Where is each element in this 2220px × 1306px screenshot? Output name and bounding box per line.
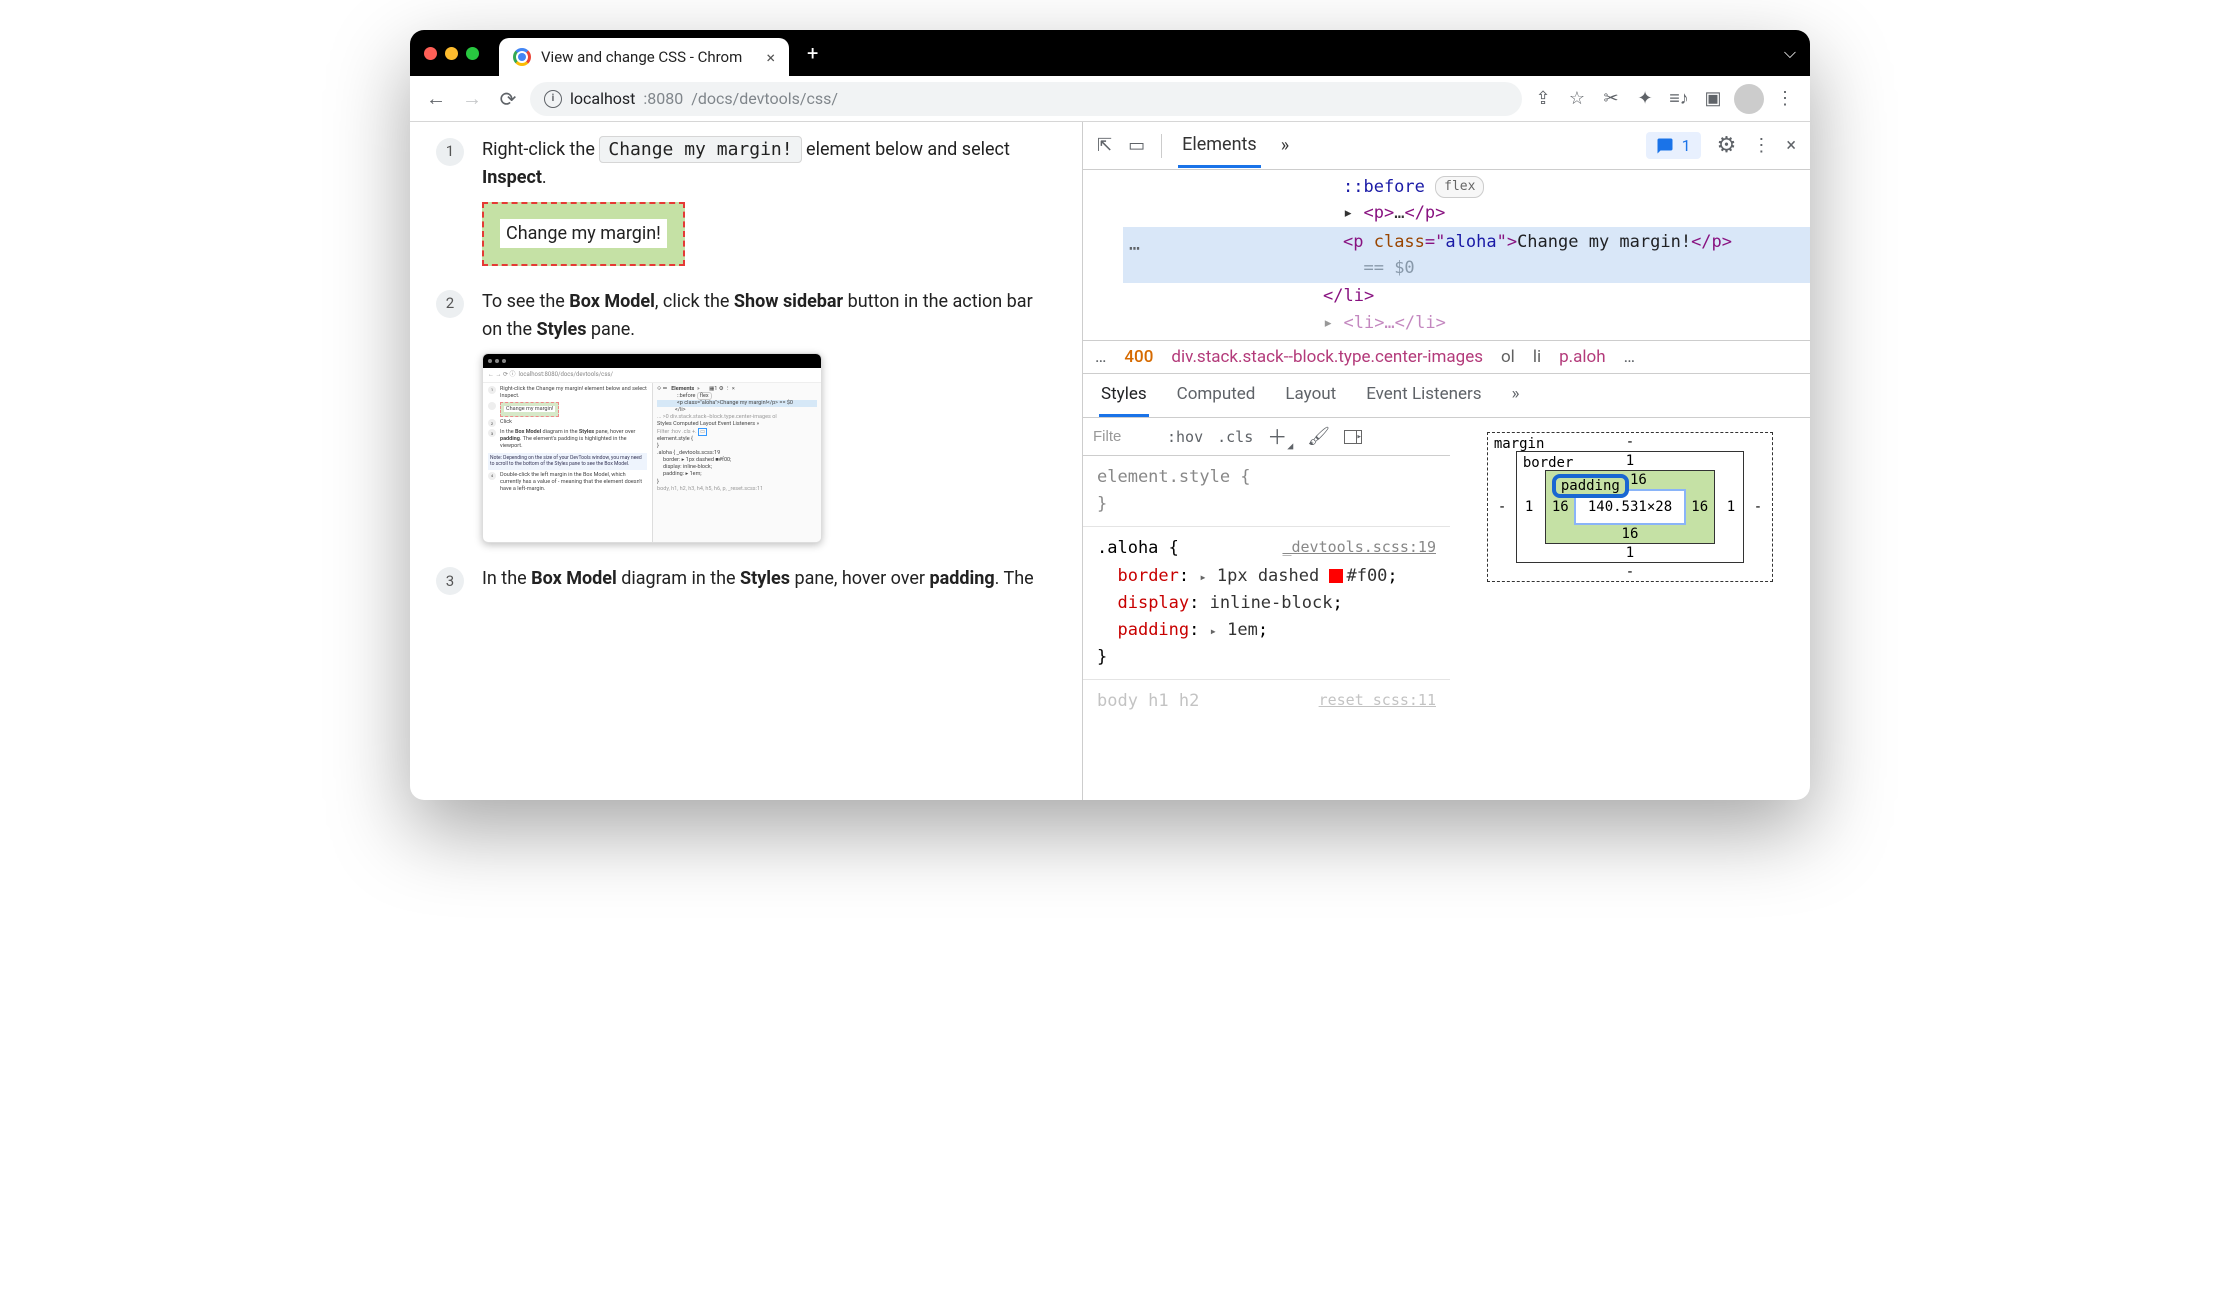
gear-icon[interactable]: ⚙ <box>1717 133 1737 158</box>
selected-dom-node[interactable]: ⋯ <p class="aloha">Change my margin!</p>… <box>1123 227 1810 284</box>
close-tab-icon[interactable]: × <box>766 48 775 67</box>
dom-tree[interactable]: ::before flex ▸ <p>…</p> ⋯ <p class="alo… <box>1083 170 1810 340</box>
expand-icon[interactable]: ⋯ <box>1129 235 1141 263</box>
padding-label: padding <box>1552 474 1629 498</box>
forward-button[interactable]: → <box>458 86 486 111</box>
browser-tab[interactable]: View and change CSS - Chrom × <box>499 38 789 76</box>
devtools-panel: ⇱ ▭ Elements » 1 ⚙ ⋮ × ::before flex ▸ <… <box>1082 122 1810 800</box>
reading-list-icon[interactable]: ≡♪ <box>1666 88 1692 109</box>
body-style-block[interactable]: reset scss:11 body h1 h2 <box>1083 680 1450 723</box>
menu-icon[interactable]: ⋮ <box>1772 88 1798 109</box>
box-model-sidebar: margin - - - - border 1 1 1 1 <box>1450 418 1810 800</box>
sidebar-icon[interactable]: ▸ <box>1344 430 1362 444</box>
step-number: 2 <box>436 290 464 318</box>
tab-elements[interactable]: Elements <box>1178 124 1261 168</box>
cls-toggle[interactable]: .cls <box>1217 428 1253 446</box>
step-3-text: In the Box Model diagram in the Styles p… <box>482 565 1034 593</box>
reload-button[interactable]: ⟳ <box>494 87 522 111</box>
close-devtools-icon[interactable]: × <box>1786 135 1796 156</box>
bookmark-icon[interactable]: ☆ <box>1564 88 1590 109</box>
address-bar: ← → ⟳ i localhost:8080/docs/devtools/css… <box>410 76 1810 122</box>
screenshot-thumbnail: ← → ⟳ ⓘ localhost:8080/docs/devtools/css… <box>482 353 822 543</box>
device-icon[interactable]: ▭ <box>1128 135 1145 156</box>
aloha-style-block[interactable]: _devtools.scss:19 .aloha { border: ▸ 1px… <box>1083 527 1450 680</box>
message-icon <box>1656 137 1674 155</box>
element-style-block[interactable]: element.style {} <box>1083 456 1450 527</box>
site-info-icon[interactable]: i <box>544 90 562 108</box>
step-number: 3 <box>436 567 464 595</box>
kebab-icon[interactable]: ⋮ <box>1752 135 1770 156</box>
paint-icon[interactable]: 🖌 <box>1307 426 1330 447</box>
extensions-icon[interactable]: ✦ <box>1632 88 1658 109</box>
back-button[interactable]: ← <box>422 86 450 111</box>
inspect-icon[interactable]: ⇱ <box>1097 135 1112 156</box>
new-rule-icon[interactable]: ＋◢ <box>1267 421 1293 452</box>
inline-code: Change my margin! <box>599 136 801 163</box>
profile-avatar[interactable] <box>1734 84 1764 114</box>
tab-more-icon[interactable]: » <box>1277 125 1293 166</box>
hov-toggle[interactable]: :hov <box>1167 428 1203 446</box>
subtab-layout[interactable]: Layout <box>1283 374 1338 417</box>
close-window[interactable] <box>424 47 437 60</box>
scissors-icon[interactable]: ✂ <box>1598 88 1624 109</box>
breadcrumb[interactable]: … 400 div.stack.stack--block.type.center… <box>1083 340 1810 374</box>
maximize-window[interactable] <box>466 47 479 60</box>
filter-input[interactable]: Filte <box>1093 428 1153 445</box>
styles-subtabs: Styles Computed Layout Event Listeners » <box>1083 374 1810 418</box>
tabs-menu-icon[interactable]: ⌵ <box>1784 43 1796 63</box>
subtab-more-icon[interactable]: » <box>1510 374 1522 417</box>
box-model-diagram[interactable]: margin - - - - border 1 1 1 1 <box>1487 432 1773 582</box>
sidepanel-icon[interactable]: ▣ <box>1700 88 1726 109</box>
url-host: localhost <box>570 89 635 108</box>
minimize-window[interactable] <box>445 47 458 60</box>
demo-element[interactable]: Change my margin! <box>482 202 685 266</box>
step-1-text: Right-click the Change my margin! elemen… <box>482 136 1056 266</box>
subtab-computed[interactable]: Computed <box>1175 374 1258 417</box>
subtab-styles[interactable]: Styles <box>1099 374 1149 417</box>
step-2-text: To see the Box Model, click the Show sid… <box>482 288 1056 544</box>
tab-title: View and change CSS - Chrom <box>541 48 756 66</box>
share-icon[interactable]: ⇪ <box>1530 88 1556 109</box>
styles-pane: Filte :hov .cls ＋◢ 🖌 ▸ element.style {} … <box>1083 418 1450 800</box>
color-swatch[interactable] <box>1329 569 1343 583</box>
page-content: 1 Right-click the Change my margin! elem… <box>410 122 1082 800</box>
subtab-listeners[interactable]: Event Listeners <box>1364 374 1483 417</box>
issues-badge[interactable]: 1 <box>1646 132 1701 159</box>
titlebar: View and change CSS - Chrom × + ⌵ <box>410 30 1810 76</box>
url-field[interactable]: i localhost:8080/docs/devtools/css/ <box>530 82 1522 116</box>
margin-label: margin <box>1494 436 1545 452</box>
chrome-icon <box>513 48 531 66</box>
source-link[interactable]: _devtools.scss:19 <box>1282 535 1436 559</box>
step-number: 1 <box>436 138 464 166</box>
border-label: border <box>1523 455 1574 471</box>
new-tab-button[interactable]: + <box>807 41 818 65</box>
